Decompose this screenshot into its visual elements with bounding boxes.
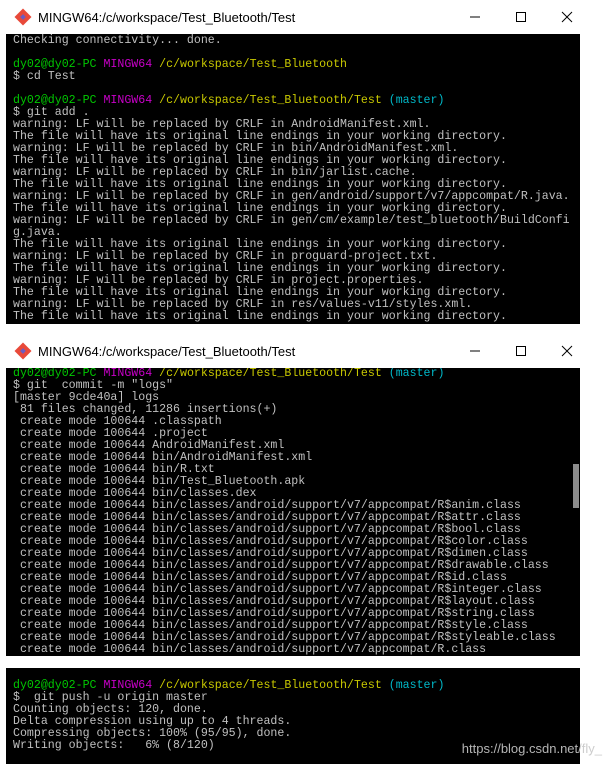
title-bar[interactable]: MINGW64:/c/workspace/Test_Bluetooth/Test xyxy=(6,0,580,34)
close-button[interactable] xyxy=(544,0,590,34)
terminal-line: dy02@dy02-PC MINGW64 /c/workspace/Test_B… xyxy=(13,95,580,107)
terminal-line: warning: LF will be replaced by CRLF in … xyxy=(13,215,580,227)
terminal-text: Writing objects: 6% (8/120) xyxy=(13,739,215,752)
terminal-text: The file will have its original line end… xyxy=(13,310,507,323)
terminal-text: (master) xyxy=(388,368,445,380)
terminal-text: (master) xyxy=(388,94,445,107)
terminal-output[interactable]: dy02@dy02-PC MINGW64 /c/workspace/Test_B… xyxy=(6,368,580,656)
terminal-text: /c/workspace/Test_Bluetooth xyxy=(159,58,347,71)
maximize-button[interactable] xyxy=(498,334,544,368)
window-title: MINGW64:/c/workspace/Test_Bluetooth/Test xyxy=(38,343,296,359)
terminal-line: dy02@dy02-PC MINGW64 /c/workspace/Test_B… xyxy=(13,59,580,71)
terminal-text: /c/workspace/Test_Bluetooth/Test xyxy=(159,368,382,380)
terminal-text: warning: LF will be replaced by CRLF in … xyxy=(13,214,570,227)
close-button[interactable] xyxy=(544,334,590,368)
title-bar[interactable]: MINGW64:/c/workspace/Test_Bluetooth/Test xyxy=(6,334,580,368)
terminal-window-1: MINGW64:/c/workspace/Test_Bluetooth/Test… xyxy=(6,0,580,324)
terminal-line: create mode 100644 bin/classes/android/s… xyxy=(13,644,580,656)
terminal-line: The file will have its original line end… xyxy=(13,311,580,323)
scrollbar[interactable] xyxy=(572,368,580,656)
terminal-text: Checking connectivity... done. xyxy=(13,34,222,47)
maximize-button[interactable] xyxy=(498,0,544,34)
watermark-text: https://blog.csdn.net/fly_ xyxy=(461,741,602,756)
terminal-text: $ cd Test xyxy=(13,70,76,83)
terminal-text: create mode 100644 bin/classes/android/s… xyxy=(13,643,487,656)
scrollbar-thumb[interactable] xyxy=(573,464,579,508)
terminal-text: /c/workspace/Test_Bluetooth/Test xyxy=(159,94,382,107)
git-bash-icon xyxy=(14,8,32,26)
minimize-button[interactable] xyxy=(452,0,498,34)
terminal-line: Checking connectivity... done. xyxy=(13,35,580,47)
terminal-line: $ cd Test xyxy=(13,71,580,83)
terminal-text: MINGW64 xyxy=(103,58,153,71)
minimize-button[interactable] xyxy=(452,334,498,368)
terminal-output[interactable]: Checking connectivity... done. dy02@dy02-… xyxy=(6,34,580,324)
git-bash-icon xyxy=(14,342,32,360)
terminal-window-2: MINGW64:/c/workspace/Test_Bluetooth/Test… xyxy=(6,334,580,656)
window-title: MINGW64:/c/workspace/Test_Bluetooth/Test xyxy=(38,9,296,25)
terminal-text: (master) xyxy=(388,679,445,692)
terminal-text: MINGW64 xyxy=(103,94,153,107)
